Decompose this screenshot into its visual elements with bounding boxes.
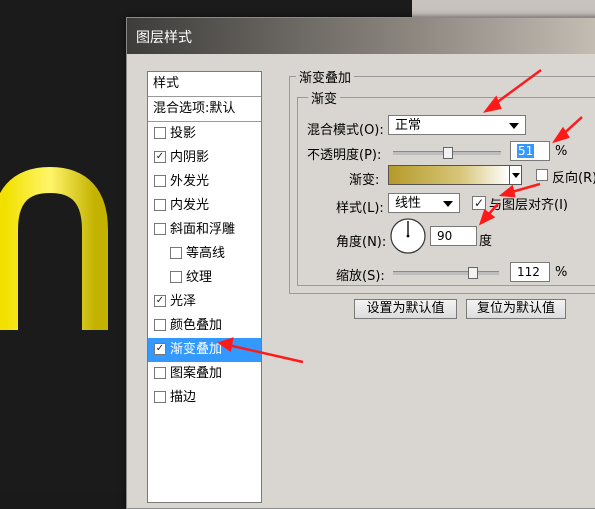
style-item[interactable]: 投影 — [148, 122, 261, 146]
style-item[interactable]: ✓ 渐变叠加 — [148, 338, 261, 362]
style-checkbox[interactable] — [154, 198, 166, 211]
scale-label: 缩放(S): — [336, 269, 385, 284]
style-select[interactable]: 线性 — [388, 193, 460, 213]
style-item-label: 光泽 — [170, 294, 197, 309]
blending-options-item[interactable]: 混合选项:默认 — [148, 97, 261, 122]
section-title: 渐变叠加 — [296, 67, 355, 86]
dialog-title: 图层样式 — [136, 30, 192, 46]
gradient-label: 渐变: — [349, 173, 380, 188]
style-item[interactable]: 斜面和浮雕 — [148, 218, 261, 242]
style-checkbox[interactable] — [154, 222, 166, 235]
opacity-slider[interactable] — [393, 147, 501, 159]
angle-label: 角度(N): — [336, 235, 387, 250]
style-checkbox[interactable] — [154, 366, 166, 379]
style-item[interactable]: 颜色叠加 — [148, 314, 261, 338]
styles-header[interactable]: 样式 — [148, 72, 261, 97]
chevron-down-icon — [509, 123, 519, 129]
scale-percent: % — [555, 265, 568, 280]
style-checkbox[interactable]: ✓ — [154, 294, 166, 307]
gold-letter-artwork — [0, 166, 108, 330]
angle-value: 90 — [437, 229, 453, 243]
blend-mode-value: 正常 — [395, 118, 422, 133]
scale-slider[interactable] — [393, 267, 499, 279]
align-with-layer-label: 与图层对齐(I) — [489, 198, 568, 213]
chevron-down-icon — [443, 201, 453, 207]
style-checkbox[interactable] — [154, 174, 166, 187]
style-item-label: 描边 — [170, 390, 197, 405]
style-checkbox[interactable] — [170, 246, 182, 259]
opacity-percent: % — [555, 144, 568, 159]
style-item[interactable]: 等高线 — [148, 242, 261, 266]
make-default-button[interactable]: 设置为默认值 — [354, 299, 457, 319]
style-item[interactable]: 外发光 — [148, 170, 261, 194]
gradient-dropdown[interactable] — [509, 165, 522, 185]
angle-unit: 度 — [479, 234, 493, 249]
style-item[interactable]: ✓ 内阴影 — [148, 146, 261, 170]
layer-style-dialog: 图层样式 样式 混合选项:默认 投影 ✓ 内阴影外发光内发光斜面和浮雕等高线纹理 ✓ 光… — [126, 17, 595, 509]
style-checkbox[interactable] — [154, 126, 166, 139]
style-item-label: 颜色叠加 — [170, 318, 223, 333]
opacity-slider-thumb[interactable] — [443, 147, 454, 159]
style-item[interactable]: 纹理 — [148, 266, 261, 290]
scale-slider-thumb[interactable] — [467, 267, 478, 279]
style-item-label: 内发光 — [170, 198, 210, 213]
reverse-checkbox[interactable] — [536, 169, 548, 181]
style-item[interactable]: 描边 — [148, 386, 261, 410]
style-item-label: 斜面和浮雕 — [170, 222, 236, 237]
style-item-label: 投影 — [170, 126, 197, 141]
align-with-layer-checkbox[interactable]: ✓ — [472, 196, 486, 210]
style-item-label: 渐变叠加 — [170, 342, 223, 357]
dialog-titlebar[interactable]: 图层样式 — [127, 18, 595, 54]
style-label: 样式(L): — [336, 201, 384, 216]
style-item[interactable]: 内发光 — [148, 194, 261, 218]
reset-default-button[interactable]: 复位为默认值 — [466, 299, 566, 319]
styles-list: 样式 混合选项:默认 投影 ✓ 内阴影外发光内发光斜面和浮雕等高线纹理 ✓ 光泽颜色叠加… — [147, 71, 262, 503]
style-item[interactable]: 图案叠加 — [148, 362, 261, 386]
angle-input[interactable]: 90 — [430, 226, 477, 246]
gradient-group-title: 渐变 — [308, 88, 341, 107]
chevron-down-icon — [512, 173, 520, 178]
style-checkbox[interactable] — [170, 270, 182, 283]
style-item-label: 内阴影 — [170, 150, 210, 165]
style-item[interactable]: ✓ 光泽 — [148, 290, 261, 314]
style-checkbox[interactable]: ✓ — [154, 150, 166, 163]
opacity-label: 不透明度(P): — [307, 148, 382, 163]
reverse-label: 反向(R) — [552, 171, 595, 186]
gradient-swatch[interactable] — [388, 165, 510, 185]
opacity-value: 51 — [517, 144, 535, 158]
scale-input[interactable]: 112 — [510, 262, 550, 282]
blend-mode-label: 混合模式(O): — [307, 123, 384, 138]
opacity-input[interactable]: 51 — [510, 141, 550, 161]
style-item-label: 图案叠加 — [170, 366, 223, 381]
angle-dial[interactable] — [389, 217, 427, 255]
style-value: 线性 — [395, 196, 422, 211]
blend-mode-select[interactable]: 正常 — [388, 115, 526, 135]
scale-value: 112 — [517, 265, 540, 279]
style-item-label: 外发光 — [170, 174, 210, 189]
style-checkbox[interactable]: ✓ — [154, 342, 166, 355]
style-item-label: 等高线 — [186, 246, 226, 261]
style-item-label: 纹理 — [186, 270, 213, 285]
style-checkbox[interactable] — [154, 318, 166, 331]
style-checkbox[interactable] — [154, 390, 166, 403]
